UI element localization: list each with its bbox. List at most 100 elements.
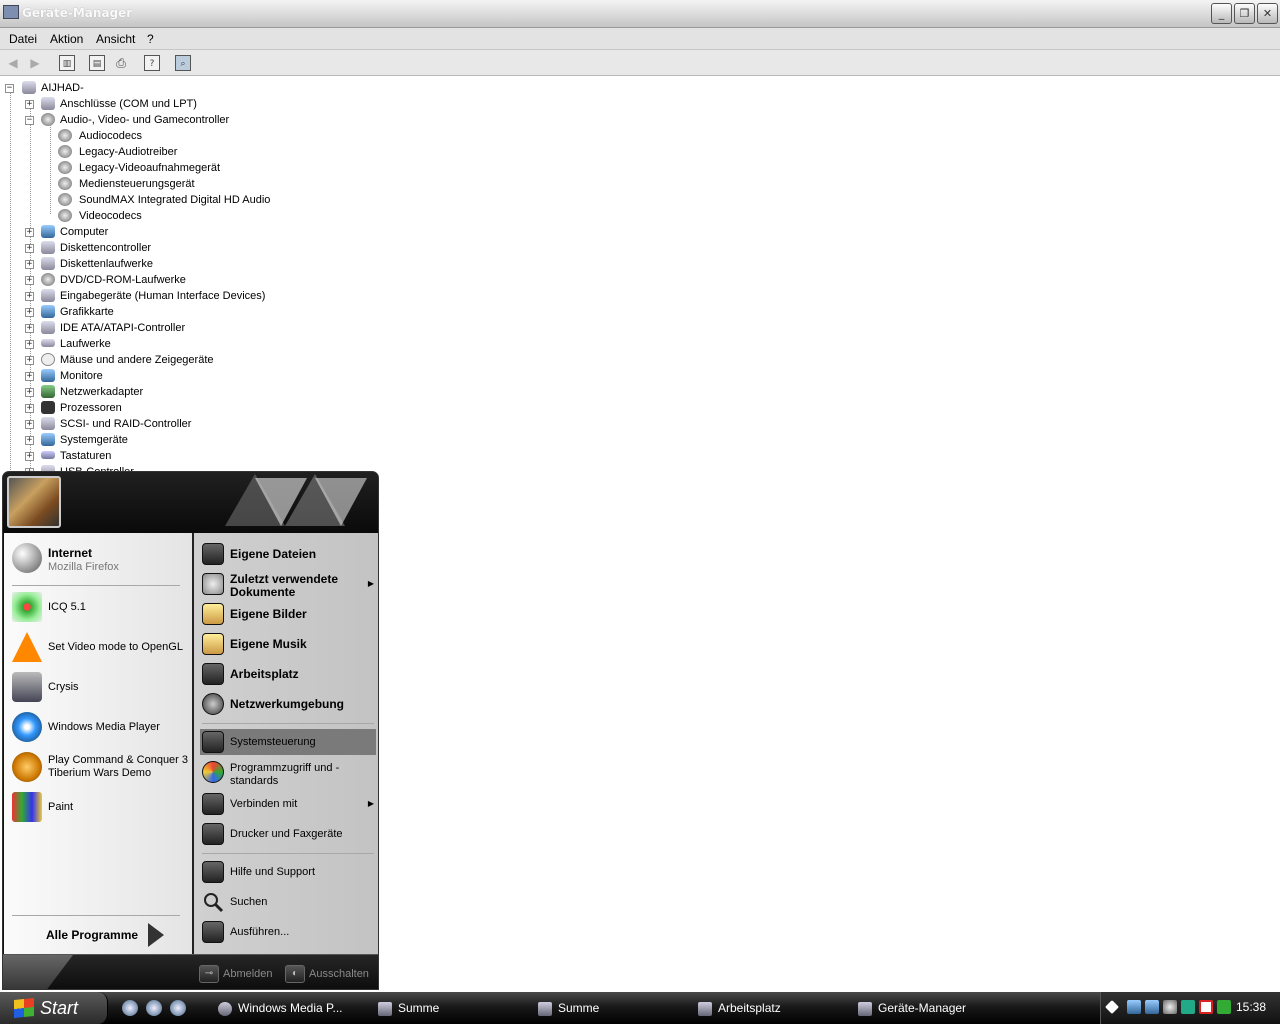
place-printers[interactable]: Drucker und Faxgeräte bbox=[200, 821, 376, 847]
folder-icon bbox=[202, 543, 224, 565]
task-summe-2[interactable]: Summe bbox=[538, 995, 599, 1021]
system-device-icon bbox=[41, 433, 55, 446]
hard-drive-icon bbox=[41, 339, 55, 347]
clock-icon bbox=[202, 573, 224, 595]
cnc-icon bbox=[12, 752, 42, 782]
power-icon: ◐ bbox=[285, 965, 305, 984]
search-icon bbox=[202, 891, 224, 913]
paint-icon bbox=[12, 792, 42, 822]
place-control-panel[interactable]: Systemsteuerung bbox=[200, 729, 376, 755]
place-my-documents[interactable]: Eigene Dateien bbox=[200, 541, 376, 567]
place-connect-to[interactable]: Verbinden mit ▶ bbox=[200, 791, 376, 817]
network-tray-icon[interactable] bbox=[1145, 1000, 1159, 1014]
music-folder-icon bbox=[202, 633, 224, 655]
network-icon bbox=[202, 693, 224, 715]
place-my-computer[interactable]: Arbeitsplatz bbox=[200, 661, 376, 687]
hid-icon bbox=[41, 289, 55, 302]
program-cnc3[interactable]: Play Command & Conquer 3 Tiberium Wars D… bbox=[10, 749, 190, 787]
crysis-icon bbox=[12, 672, 42, 702]
pinned-internet[interactable]: Internet Mozilla Firefox bbox=[10, 540, 190, 578]
info-icon bbox=[538, 1001, 552, 1016]
help-icon bbox=[202, 861, 224, 883]
start-menu-footer: ⊸ Abmelden ◐ Ausschalten bbox=[3, 954, 378, 989]
place-program-access[interactable]: Programmzugriff und -standards bbox=[200, 759, 376, 791]
task-device-manager[interactable]: Geräte-Manager bbox=[858, 995, 966, 1021]
place-my-pictures[interactable]: Eigene Bilder bbox=[200, 601, 376, 627]
audio-device-icon bbox=[58, 145, 72, 158]
task-arbeitsplatz[interactable]: Arbeitsplatz bbox=[698, 995, 781, 1021]
forward-arrow-icon[interactable]: ▶ bbox=[27, 55, 43, 71]
submenu-arrow-icon: ▶ bbox=[367, 799, 374, 808]
shutdown-button[interactable]: ◐ Ausschalten bbox=[285, 963, 369, 985]
start-menu: Internet Mozilla Firefox ICQ 5.1 Set Vide… bbox=[2, 471, 379, 990]
control-panel-icon bbox=[202, 731, 224, 753]
daemon-tools-icon[interactable] bbox=[1181, 1000, 1195, 1014]
menu-help[interactable]: ? bbox=[147, 32, 154, 46]
icq-flower-icon bbox=[12, 592, 42, 622]
toolbar: ◀ ▶ ▥ ▤ ⎙ ? ⌕ bbox=[0, 50, 1280, 76]
task-media-player[interactable]: Windows Media P... bbox=[218, 995, 343, 1021]
cd-icon bbox=[41, 273, 55, 286]
mouse-icon bbox=[41, 353, 55, 366]
diamond-icon[interactable] bbox=[1105, 1000, 1119, 1014]
display-adapter-icon bbox=[41, 305, 55, 318]
media-player-icon bbox=[12, 712, 42, 742]
start-menu-programs: Internet Mozilla Firefox ICQ 5.1 Set Vide… bbox=[4, 533, 192, 954]
program-wmp[interactable]: Windows Media Player bbox=[10, 709, 190, 747]
program-vlc-opengl[interactable]: Set Video mode to OpenGL bbox=[10, 629, 190, 667]
help-icon[interactable]: ? bbox=[144, 55, 160, 71]
quicklaunch-ie-icon[interactable] bbox=[122, 1000, 138, 1016]
device-manager-icon bbox=[858, 1001, 872, 1016]
place-network[interactable]: Netzwerkumgebung bbox=[200, 691, 376, 717]
menu-ansicht[interactable]: Ansicht bbox=[96, 32, 135, 46]
info-icon bbox=[378, 1001, 392, 1016]
floppy-icon bbox=[41, 257, 55, 270]
taskbar: Start Windows Media P... Summe Summe Arb… bbox=[0, 992, 1280, 1024]
menu-aktion[interactable]: Aktion bbox=[50, 32, 83, 46]
controller-icon bbox=[41, 241, 55, 254]
start-button[interactable]: Start bbox=[0, 992, 108, 1024]
window-title: Geräte-Manager bbox=[22, 6, 133, 20]
quicklaunch-globe-icon[interactable] bbox=[170, 1000, 186, 1016]
printer-icon[interactable]: ⎙ bbox=[113, 55, 129, 71]
maximize-button[interactable]: ❐ bbox=[1234, 3, 1255, 24]
minimize-button[interactable]: _ bbox=[1211, 3, 1232, 24]
key-icon: ⊸ bbox=[199, 965, 219, 984]
printer-icon bbox=[202, 823, 224, 845]
connect-icon bbox=[202, 793, 224, 815]
place-search[interactable]: Suchen bbox=[200, 889, 376, 915]
place-recent-documents[interactable]: Zuletzt verwendete Dokumente ▶ bbox=[200, 571, 376, 601]
arrow-right-icon bbox=[148, 923, 164, 947]
audio-device-icon bbox=[58, 177, 72, 190]
computer-icon bbox=[41, 225, 55, 238]
menu-datei[interactable]: Datei bbox=[9, 32, 37, 46]
monitor-tray-icon[interactable] bbox=[1217, 1000, 1231, 1014]
back-arrow-icon[interactable]: ◀ bbox=[5, 55, 21, 71]
scsi-icon bbox=[41, 417, 55, 430]
properties-icon[interactable]: ▤ bbox=[89, 55, 105, 71]
close-button[interactable]: ✕ bbox=[1257, 3, 1278, 24]
clock: 15:38 bbox=[1235, 1000, 1266, 1014]
pictures-folder-icon bbox=[202, 603, 224, 625]
task-summe-1[interactable]: Summe bbox=[378, 995, 439, 1021]
decorative-triangle bbox=[315, 478, 367, 526]
network-tray-icon[interactable] bbox=[1127, 1000, 1141, 1014]
place-run[interactable]: Ausführen... bbox=[200, 919, 376, 945]
scan-hardware-icon[interactable]: ⌕ bbox=[175, 55, 191, 71]
windows-flag-icon bbox=[14, 997, 34, 1019]
keyboard-icon bbox=[41, 451, 55, 459]
program-paint[interactable]: Paint bbox=[10, 789, 190, 827]
logoff-button[interactable]: ⊸ Abmelden bbox=[199, 963, 273, 985]
place-my-music[interactable]: Eigene Musik bbox=[200, 631, 376, 657]
place-help[interactable]: Hilfe und Support bbox=[200, 859, 376, 885]
computer-icon bbox=[698, 1001, 712, 1016]
audio-device-icon bbox=[58, 161, 72, 174]
volume-icon[interactable] bbox=[1163, 1000, 1177, 1014]
antivirus-icon[interactable] bbox=[1199, 1000, 1213, 1014]
quicklaunch-media-icon[interactable] bbox=[146, 1000, 162, 1016]
console-tree-icon[interactable]: ▥ bbox=[59, 55, 75, 71]
avatar[interactable] bbox=[7, 476, 61, 528]
program-crysis[interactable]: Crysis bbox=[10, 669, 190, 707]
start-menu-header bbox=[3, 472, 378, 533]
program-icq[interactable]: ICQ 5.1 bbox=[10, 589, 190, 627]
